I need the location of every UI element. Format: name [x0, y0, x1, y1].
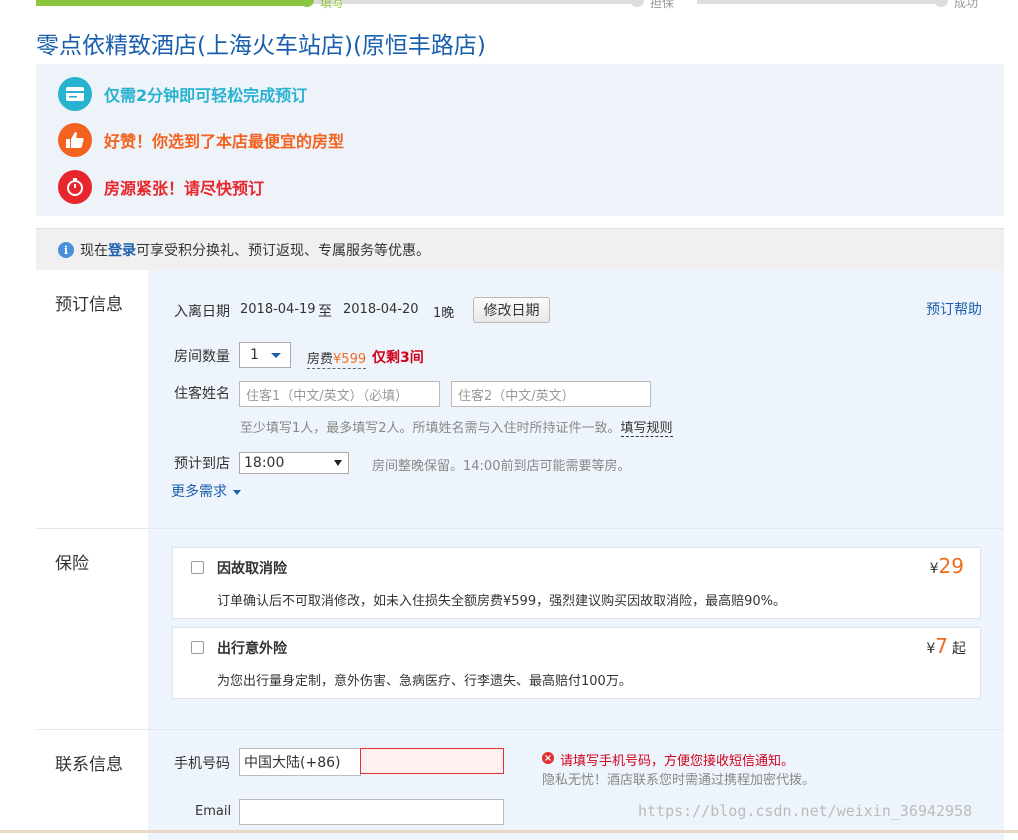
insurance-desc: 为您出行量身定制，意外伤害、急病医疗、行李遗失、最高赔付100万。	[217, 674, 632, 689]
info-icon: i	[58, 242, 74, 258]
privacy-note: 隐私无忧！酒店联系您时需通过携程加密代拨。	[542, 773, 816, 788]
rooms-value: 1	[250, 347, 259, 363]
contact-section-body: 手机号码 中国大陆(+86) × 请填写手机号码，方便您接收短信通知。 隐私无忧…	[148, 730, 1004, 840]
guest-rule-link[interactable]: 填写规则	[620, 421, 673, 437]
country-code-value: 中国大陆(+86)	[244, 755, 341, 771]
insurance-section: 保险 因故取消险 订单确认后不可取消修改，如未入住损失全额房费¥599，强烈建议…	[36, 529, 1004, 730]
promo-text: 仅需2分钟即可轻松完成预订	[104, 86, 308, 105]
price-suffix: 起	[952, 641, 966, 657]
error-icon: ×	[542, 752, 554, 764]
price-value: 7	[935, 634, 948, 658]
promo-item-quick: 仅需2分钟即可轻松完成预订	[58, 76, 307, 112]
section-title: 保险	[55, 554, 89, 574]
hotel-title: 零点依精致酒店(上海火车站店)(原恒丰路店)	[36, 33, 486, 59]
login-notice-text: 现在登录可享受积分换礼、预订返现、专属服务等优惠。	[80, 240, 430, 260]
login-link[interactable]: 登录	[108, 243, 136, 259]
rooms-select[interactable]: 1	[239, 342, 291, 368]
progress-dot-step3	[934, 0, 948, 7]
insurance-section-label: 保险	[36, 529, 148, 729]
modify-date-button[interactable]: 修改日期	[473, 297, 550, 323]
insurance-desc: 订单确认后不可取消修改，如未入住损失全额房费¥599，强烈建议购买因故取消险，最…	[217, 594, 786, 609]
promo-item-cheapest: 好赞！你选到了本店最便宜的房型	[58, 122, 344, 158]
insurance-card-cancel[interactable]: 因故取消险 订单确认后不可取消修改，如未入住损失全额房费¥599，强烈建议购买因…	[172, 547, 981, 619]
guest2-input[interactable]: 住客2（中文/英文）	[451, 381, 651, 407]
progress-step-3-label: 成功	[954, 0, 979, 10]
guest1-input[interactable]: 住客1（中文/英文）（必填）	[239, 381, 440, 407]
price-currency: ¥	[926, 641, 936, 657]
arrival-hint: 房间整晚保留。14:00前到店可能需要等房。	[372, 459, 631, 474]
booking-section: 预订信息 入离日期 2018-04-19 至 2018-04-20 1晚 修改日…	[36, 270, 1004, 529]
insurance-section-body: 因故取消险 订单确认后不可取消修改，如未入住损失全额房费¥599，强烈建议购买因…	[148, 529, 1004, 729]
thumbs-up-icon	[58, 123, 92, 157]
room-fee-label: 房费	[307, 352, 334, 367]
progress-step-1-label: 填写	[320, 0, 345, 10]
insurance-price: ¥7 起	[926, 634, 966, 658]
insurance-card-accident[interactable]: 出行意外险 为您出行量身定制，意外伤害、急病医疗、行李遗失、最高赔付100万。 …	[172, 627, 981, 699]
login-suffix: 可享受积分换礼、预订返现、专属服务等优惠。	[136, 243, 430, 259]
cancel-insurance-checkbox[interactable]	[191, 561, 204, 574]
email-input[interactable]	[239, 799, 504, 825]
checkin-label: 入离日期	[174, 304, 230, 320]
arrival-label: 预计到店	[174, 456, 230, 472]
price-value: 29	[938, 554, 964, 578]
country-code-select[interactable]: 中国大陆(+86)	[239, 748, 361, 776]
guest-hint-text: 至少填写1人，最多填写2人。所填姓名需与入住时所持证件一致。	[240, 421, 621, 436]
caret-down-icon	[271, 353, 281, 358]
guest-hint: 至少填写1人，最多填写2人。所填姓名需与入住时所持证件一致。填写规则	[240, 417, 673, 437]
rooms-left-badge: 仅剩3间	[372, 350, 424, 366]
progress-step-2-label: 担保	[650, 0, 675, 10]
contact-section-label: 联系信息	[36, 730, 148, 840]
watermark: https://blog.csdn.net/weixin_36942958	[638, 802, 973, 820]
checkin-date: 2018-04-19	[240, 302, 316, 317]
nights-count: 1晚	[433, 306, 455, 321]
booking-help-link[interactable]: 预订帮助	[926, 299, 982, 319]
phone-input[interactable]	[360, 748, 504, 774]
insurance-name: 因故取消险	[217, 561, 287, 577]
room-fee-value: 599	[341, 352, 367, 367]
caret-down-icon	[233, 489, 242, 495]
contact-section: 联系信息 手机号码 中国大陆(+86) × 请填写手机号码，方便您接收短信通知。…	[36, 730, 1004, 840]
promo-text: 房源紧张！请尽快预订	[104, 179, 265, 198]
rooms-label: 房间数量	[174, 349, 230, 365]
promo-item-urgent: 房源紧张！请尽快预订	[58, 169, 264, 205]
progress-fill	[36, 0, 308, 6]
promo-panel: 仅需2分钟即可轻松完成预订 好赞！你选到了本店最便宜的房型 房源紧张！请尽快预订	[36, 64, 1004, 216]
phone-label: 手机号码	[174, 756, 230, 772]
insurance-name: 出行意外险	[217, 641, 287, 657]
more-needs-label: 更多需求	[171, 484, 227, 500]
progress-dot-step2	[630, 0, 644, 7]
date-separator: 至	[318, 304, 332, 320]
more-needs-toggle[interactable]: 更多需求	[171, 481, 242, 501]
email-label: Email	[195, 804, 232, 819]
guest-name-label: 住客姓名	[174, 386, 230, 402]
card-icon	[58, 77, 92, 111]
section-title: 联系信息	[55, 755, 123, 775]
stopwatch-icon	[58, 170, 92, 204]
checkout-date: 2018-04-20	[343, 302, 419, 317]
arrival-select[interactable]: 18:00	[239, 452, 349, 474]
login-prefix: 现在	[80, 243, 108, 259]
arrival-value: 18:00	[244, 455, 285, 471]
caret-down-icon	[334, 460, 342, 466]
booking-section-label: 预订信息	[36, 270, 148, 528]
phone-error-message: 请填写手机号码，方便您接收短信通知。	[560, 754, 795, 769]
accident-insurance-checkbox[interactable]	[191, 641, 204, 654]
room-fee[interactable]: 房费¥599	[307, 348, 367, 369]
booking-section-body: 入离日期 2018-04-19 至 2018-04-20 1晚 修改日期 预订帮…	[148, 270, 1004, 528]
insurance-price: ¥29	[930, 554, 964, 578]
promo-text: 好赞！你选到了本店最便宜的房型	[104, 132, 345, 151]
login-notice-bar: i 现在登录可享受积分换礼、预订返现、专属服务等优惠。	[36, 228, 1004, 271]
section-title: 预订信息	[55, 295, 123, 315]
price-currency: ¥	[929, 561, 939, 577]
